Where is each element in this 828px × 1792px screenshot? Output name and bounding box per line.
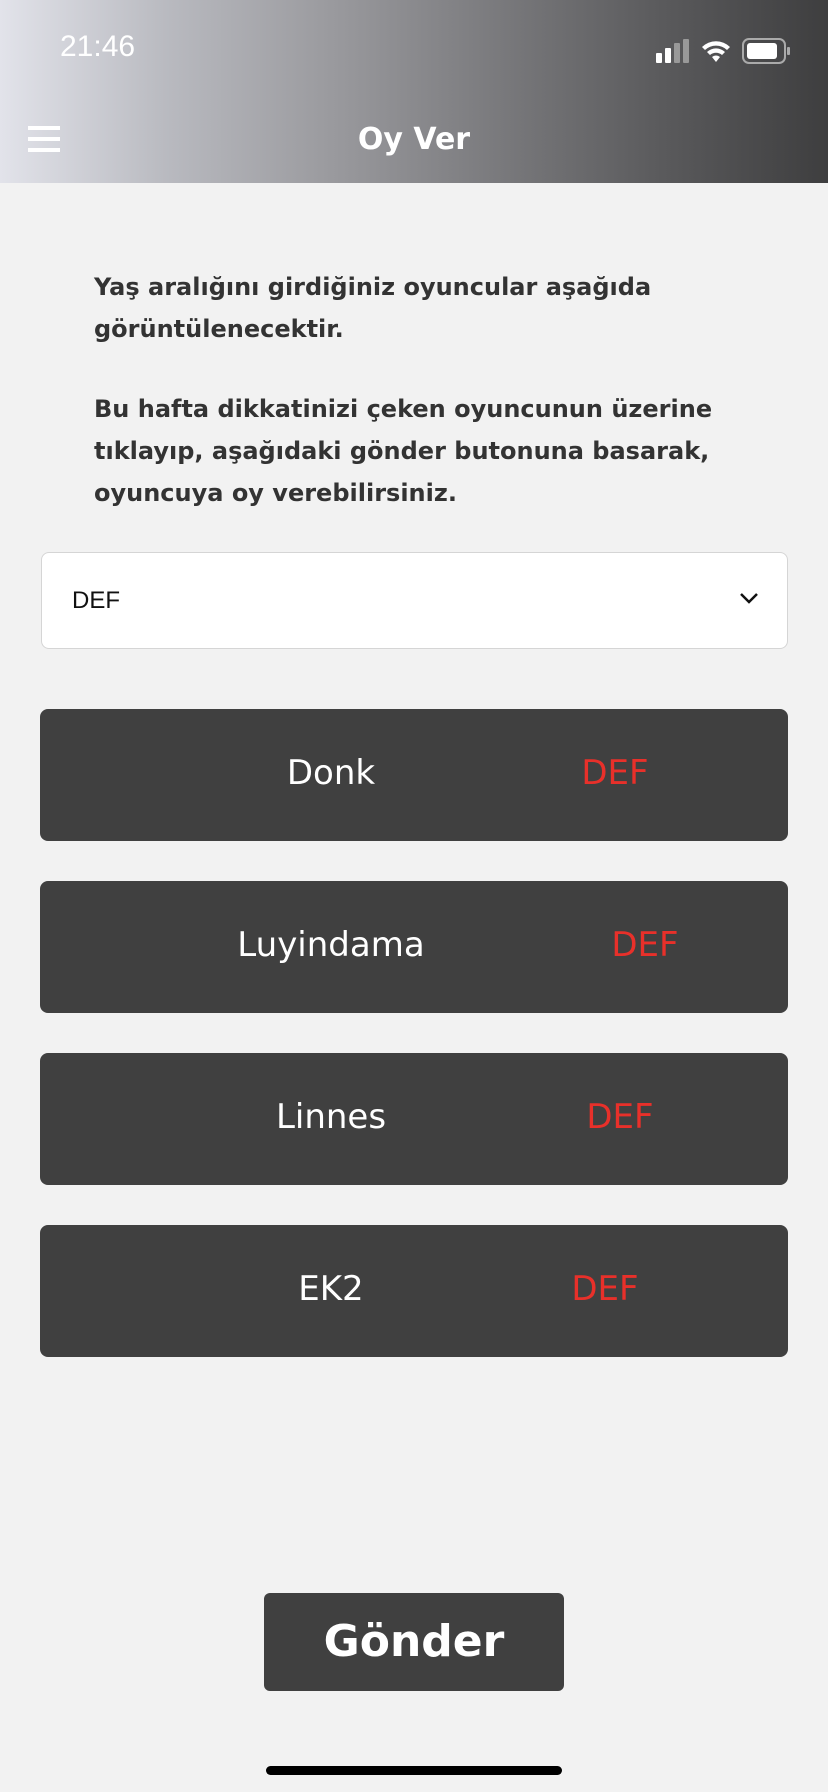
chevron-down-icon	[740, 593, 758, 604]
player-position: DEF	[581, 753, 649, 793]
wifi-icon	[702, 41, 730, 62]
player-position: DEF	[571, 1269, 639, 1309]
player-card[interactable]: EK2 DEF	[40, 1225, 788, 1357]
status-time: 21:46	[60, 30, 136, 63]
position-select[interactable]: DEF	[41, 552, 788, 649]
player-card[interactable]: Linnes DEF	[40, 1053, 788, 1185]
status-icons	[656, 38, 792, 64]
player-position: DEF	[611, 925, 679, 965]
header: 21:46 Oy Ver	[0, 0, 828, 183]
page-title: Oy Ver	[357, 122, 471, 157]
signal-icon	[656, 39, 689, 63]
submit-button[interactable]: Gönder	[264, 1593, 564, 1691]
battery-icon	[742, 38, 790, 64]
player-position: DEF	[586, 1097, 654, 1137]
player-card[interactable]: Donk DEF	[40, 709, 788, 841]
intro-text: Yaş aralığını girdiğiniz oyuncular aşağı…	[94, 266, 774, 552]
home-indicator	[266, 1766, 562, 1775]
position-select-value: DEF	[72, 587, 120, 614]
intro-paragraph-2: Bu hafta dikkatinizi çeken oyuncunun üze…	[94, 395, 713, 507]
player-card[interactable]: Luyindama DEF	[40, 881, 788, 1013]
intro-paragraph-1: Yaş aralığını girdiğiniz oyuncular aşağı…	[94, 273, 652, 343]
